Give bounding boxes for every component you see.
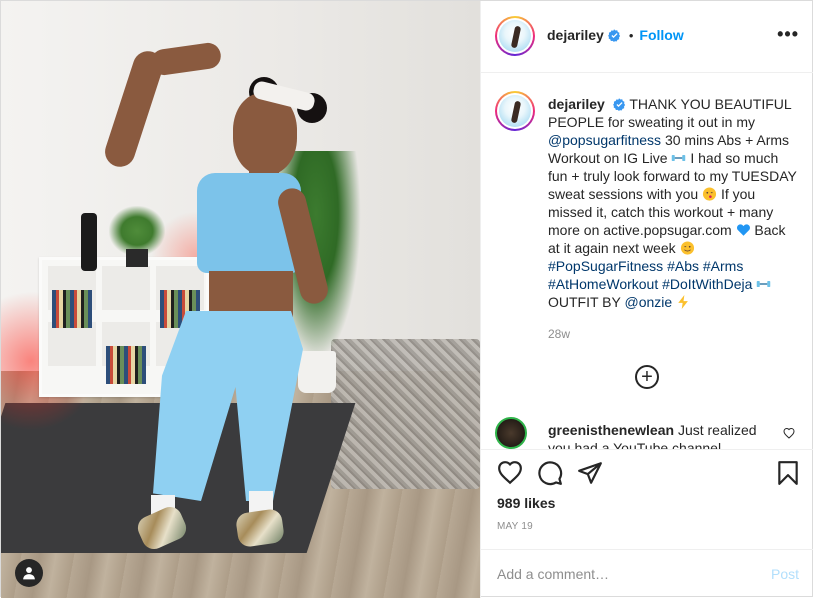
verified-badge-icon — [607, 28, 620, 42]
bookmark-icon[interactable] — [775, 460, 801, 486]
post-actions: 989 likes MAY 19 — [481, 449, 813, 549]
post-comment-button[interactable]: Post — [771, 566, 799, 582]
photo-water-bottle — [81, 213, 97, 271]
avatar[interactable] — [495, 91, 535, 131]
post-header: dejariley • Follow ••• — [481, 1, 813, 73]
winking-face-emoji-icon — [680, 241, 694, 255]
header-username[interactable]: dejariley — [547, 27, 604, 43]
instagram-post: dejariley • Follow ••• dejariley THANK Y… — [0, 0, 813, 598]
photo-plant-pot — [298, 351, 336, 393]
comments-section: dejariley THANK YOU BEAUTIFUL PEOPLE for… — [481, 73, 813, 449]
post-photo[interactable] — [1, 1, 480, 598]
lightning-emoji-icon — [678, 295, 688, 309]
comment-text: greenisthenewlean Just realized you had … — [548, 421, 768, 449]
mention-link[interactable]: @onzie — [625, 294, 673, 310]
heart-icon[interactable] — [497, 460, 523, 486]
avatar[interactable] — [495, 417, 527, 449]
comment-input[interactable]: Add a comment… — [497, 566, 609, 582]
comment-username[interactable]: greenisthenewlean — [548, 422, 674, 438]
verified-badge-icon — [612, 98, 625, 111]
user-tag-button[interactable] — [15, 559, 43, 587]
plus-circle-icon[interactable]: + — [635, 365, 659, 389]
paper-plane-icon[interactable] — [577, 460, 603, 486]
blue-heart-emoji-icon — [736, 224, 750, 236]
comment-icon[interactable] — [537, 460, 563, 486]
heart-icon[interactable] — [783, 427, 795, 439]
header-separator: • — [628, 27, 634, 43]
hashtag-link[interactable]: #PopSugarFitness — [548, 258, 663, 274]
hashtag-link[interactable]: #DoItWithDeja — [662, 276, 752, 292]
caption-part: OUTFIT BY — [548, 294, 625, 310]
comment-body: Just realized — [677, 422, 757, 438]
post-date: MAY 19 — [497, 521, 533, 532]
dumbbell-emoji-icon — [757, 281, 771, 287]
hashtag-link[interactable]: #AtHomeWorkout — [548, 276, 658, 292]
like-count[interactable]: 989 likes — [497, 495, 555, 511]
photo-small-pot — [126, 249, 148, 267]
person-icon — [23, 567, 35, 580]
caption-timestamp[interactable]: 28w — [548, 327, 570, 341]
caption-text: dejariley THANK YOU BEAUTIFUL PEOPLE for… — [548, 95, 798, 311]
avatar[interactable] — [495, 16, 535, 56]
caption-username[interactable]: dejariley — [548, 96, 605, 112]
follow-button[interactable]: Follow — [639, 27, 683, 43]
kissing-face-emoji-icon — [703, 187, 717, 201]
hashtag-link[interactable]: #Arms — [703, 258, 743, 274]
post-side-panel: dejariley • Follow ••• dejariley THANK Y… — [480, 1, 813, 598]
hashtag-link[interactable]: #Abs — [667, 258, 699, 274]
photo-rug — [331, 339, 480, 489]
mention-link[interactable]: @popsugarfitness — [548, 132, 661, 148]
comment-body-cut: you had a YouTube channel. — [548, 440, 725, 449]
more-options-icon[interactable]: ••• — [777, 25, 799, 43]
dumbbell-emoji-icon — [672, 155, 686, 161]
add-comment-bar: Add a comment… Post — [481, 549, 813, 598]
